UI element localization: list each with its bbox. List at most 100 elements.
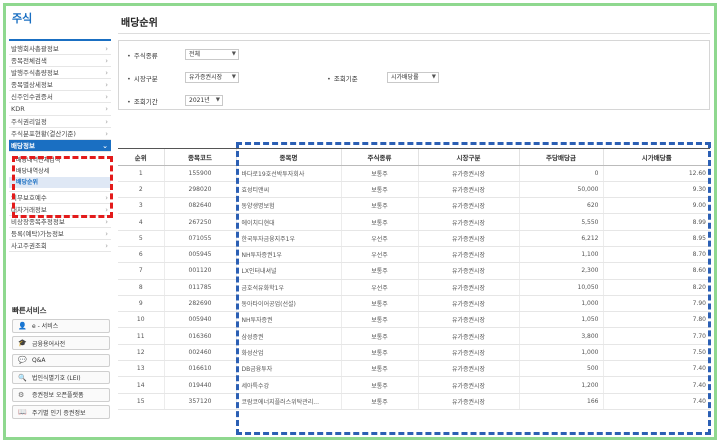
table-cell: 10 xyxy=(118,311,165,329)
stock-type-select[interactable]: 전체 ▼ xyxy=(185,49,239,60)
magnifier-icon: 🔍 xyxy=(18,373,27,382)
quick-service-label: e - 서비스 xyxy=(32,323,59,331)
sidebar-item-label: 등록(예탁)가능정보 xyxy=(11,230,64,239)
sidebar-item-label: 종목전체검색 xyxy=(11,57,47,66)
sort-value: 시가배당률 xyxy=(391,74,419,81)
chevron-down-icon: ▼ xyxy=(431,74,436,80)
sidebar-item[interactable]: 종목별상세정보 › xyxy=(9,79,111,92)
chevron-down-icon: ▼ xyxy=(231,51,236,57)
chevron-right-icon: › xyxy=(105,45,108,53)
table-cell: 13 xyxy=(118,360,165,378)
sidebar-item-label: 주식권리일정 xyxy=(11,117,47,126)
sort-select[interactable]: 시가배당률 ▼ xyxy=(387,72,439,83)
sidebar-item-label: 발행주식총량정보 xyxy=(11,69,59,78)
quick-service-label: Q&A xyxy=(32,356,46,364)
table-cell: 298020 xyxy=(164,181,237,199)
page-title: 배당순위 xyxy=(121,18,158,29)
chevron-right-icon: › xyxy=(105,117,108,126)
table-cell: 155900 xyxy=(164,165,237,182)
chevron-down-icon: ▼ xyxy=(231,74,236,80)
column-header: 순위 xyxy=(118,149,165,166)
sidebar-item-label: 주식분포현황(결산기준) xyxy=(11,129,76,138)
sidebar-item-dividend-info[interactable]: 배당정보 ⌄ xyxy=(9,139,111,152)
chevron-right-icon: › xyxy=(105,93,108,102)
title-divider xyxy=(118,33,710,34)
table-cell: 1 xyxy=(118,165,165,182)
quick-service-label: 법인식별기호 (LEI) xyxy=(32,375,81,383)
chevron-right-icon: › xyxy=(105,230,108,239)
api-icon: ⚙ xyxy=(18,390,25,399)
sidebar-item[interactable]: KDR › xyxy=(9,103,111,116)
table-cell: 019440 xyxy=(164,376,237,394)
table-cell: 005945 xyxy=(164,246,237,264)
table-cell: 071055 xyxy=(164,230,237,247)
quick-service-button[interactable]: ⚙ 증권정보 오픈플랫폼 xyxy=(12,388,110,402)
quick-service-button[interactable]: 💬 Q&A xyxy=(12,353,110,368)
table-cell: 12 xyxy=(118,344,165,362)
filter-panel: 주식종류 전체 ▼ 시장구분 유가증권시장 ▼ 조회기준 시가배당률 ▼ 조회기… xyxy=(118,40,710,110)
sidebar-title-divider xyxy=(9,39,111,41)
sidebar-item-label: KDR xyxy=(11,105,25,114)
sidebar-item[interactable]: 등록(예탁)가능정보 › xyxy=(9,228,111,241)
quick-service-button[interactable]: 🔍 법인식별기호 (LEI) xyxy=(12,370,110,385)
highlight-red-box xyxy=(12,156,113,218)
market-select[interactable]: 유가증권시장 ▼ xyxy=(185,72,239,83)
sidebar-title: 주식 xyxy=(12,12,33,25)
quick-service-button[interactable]: 👤 e - 서비스 xyxy=(12,319,110,333)
quick-service-button[interactable]: 🎓 금융용어사전 xyxy=(12,336,110,350)
sidebar-item[interactable]: 발행주식총량정보 › xyxy=(9,67,111,80)
table-cell: 001120 xyxy=(164,262,237,280)
table-cell: 11 xyxy=(118,327,165,345)
sidebar: 주식 발행회사총괄정보 › 종목전체검색 › 발행주식총량정보 › 종목별상세정보 › 신주인수… xyxy=(9,10,111,253)
stock-type-label: 주식종류 xyxy=(127,50,158,60)
table-cell: 8 xyxy=(118,279,165,296)
chevron-down-icon: ⌄ xyxy=(102,141,108,150)
table-cell: 011785 xyxy=(164,279,237,296)
sidebar-item-label: 사고주권조회 xyxy=(11,242,47,251)
sidebar-item[interactable]: 종목전체검색 › xyxy=(9,55,111,68)
sidebar-item-label: 배당정보 xyxy=(11,141,35,150)
sort-label: 조회기준 xyxy=(327,73,358,83)
period-value: 2021년 xyxy=(189,97,210,104)
table-cell: 7 xyxy=(118,262,165,280)
column-header: 종목코드 xyxy=(164,149,237,166)
highlight-blue-box xyxy=(236,142,711,435)
quick-service-button[interactable]: 📖 주기별 인기 증권정보 xyxy=(12,405,110,419)
table-cell: 15 xyxy=(118,393,165,410)
person-icon: 👤 xyxy=(18,321,27,330)
sidebar-item[interactable]: 사고주권조회 › xyxy=(9,240,111,253)
period-select[interactable]: 2021년 ▼ xyxy=(185,95,223,106)
table-cell: 002460 xyxy=(164,344,237,362)
quick-services-title: 빠른서비스 xyxy=(12,306,47,315)
chevron-right-icon: › xyxy=(105,69,108,78)
table-cell: 4 xyxy=(118,213,165,231)
table-cell: 9 xyxy=(118,295,165,313)
quick-service-label: 주기별 인기 증권정보 xyxy=(32,409,86,417)
table-cell: 3 xyxy=(118,197,165,215)
quick-services-list: 👤 e - 서비스 🎓 금융용어사전 💬 Q&A 🔍 법인식별기호 (LEI) ⚙ 증권정보 오픈… xyxy=(12,319,110,423)
sidebar-item[interactable]: 주식분포현황(결산기준) › xyxy=(9,128,111,140)
sidebar-item-label: 발행회사총괄정보 xyxy=(11,45,59,53)
sidebar-item[interactable]: 발행회사총괄정보 › xyxy=(9,43,111,56)
sidebar-item[interactable]: 주식권리일정 › xyxy=(9,116,111,128)
sidebar-item-label: 비상장종목추정정보 xyxy=(11,218,65,227)
table-cell: 082640 xyxy=(164,197,237,215)
sidebar-item-label: 종목별상세정보 xyxy=(11,81,53,90)
graduation-cap-icon: 🎓 xyxy=(18,339,27,348)
table-cell: 2 xyxy=(118,181,165,199)
table-cell: 016360 xyxy=(164,327,237,345)
book-icon: 📖 xyxy=(18,408,27,417)
table-cell: 357120 xyxy=(164,393,237,410)
table-cell: 14 xyxy=(118,376,165,394)
table-cell: 005940 xyxy=(164,311,237,329)
sidebar-item[interactable]: 신주인수권증서 › xyxy=(9,91,111,104)
table-cell: 6 xyxy=(118,246,165,264)
table-cell: 5 xyxy=(118,230,165,247)
table-cell: 267250 xyxy=(164,213,237,231)
chevron-right-icon: › xyxy=(105,129,108,138)
period-label: 조회기간 xyxy=(127,96,158,106)
chevron-right-icon: › xyxy=(105,57,108,66)
quick-service-label: 금융용어사전 xyxy=(32,340,66,348)
chevron-right-icon: › xyxy=(105,81,108,90)
quick-service-label: 증권정보 오픈플랫폼 xyxy=(32,392,84,400)
